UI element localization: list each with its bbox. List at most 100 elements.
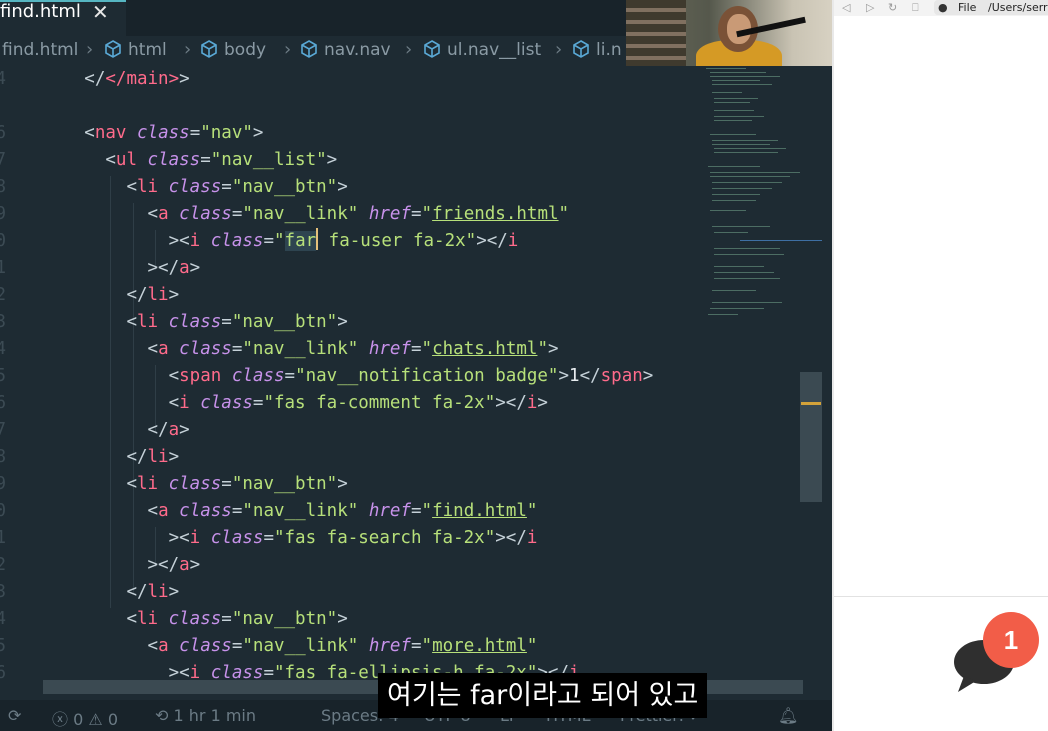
code-token: "nav" [200, 123, 253, 143]
forward-icon[interactable]: ▷ [866, 1, 874, 14]
breadcrumb-item[interactable]: body [200, 40, 266, 60]
warning-count: 0 [107, 710, 119, 729]
back-icon[interactable]: ◁ [842, 1, 850, 14]
chevron-right-icon: › [86, 39, 94, 60]
code-token: fa-user fa-2x" [318, 231, 477, 251]
link-find[interactable]: find.html [432, 501, 527, 521]
problems-indicator[interactable]: ⓧ 0 ⚠ 0 [52, 706, 118, 730]
code-token: i [507, 231, 519, 251]
cube-icon [105, 40, 121, 58]
code-token: href [368, 204, 411, 224]
link-chats[interactable]: chats.html [432, 339, 537, 359]
code-token: li [136, 474, 159, 494]
code-token: href [368, 339, 411, 359]
code-token: "fas fa-search fa-2x" [273, 528, 496, 548]
line-number: 1 [0, 258, 6, 278]
url-path: /Users/serrano [988, 1, 1048, 14]
code-token: href [368, 636, 411, 656]
line-number: 0 [0, 231, 6, 251]
code-token: class [179, 339, 232, 359]
code-token: i [526, 393, 538, 413]
code-token: li [147, 582, 169, 602]
code-token: class [137, 123, 190, 143]
breadcrumb-label: li.n [596, 40, 622, 60]
breadcrumb-item[interactable]: li.n [572, 40, 622, 60]
line-number: 7 [0, 150, 6, 170]
line-number: 4 [0, 609, 6, 629]
code-token: a [158, 204, 169, 224]
code-token: class [210, 528, 264, 548]
code-token: class [210, 231, 264, 251]
url-protocol: File [958, 1, 977, 14]
vertical-scrollbar[interactable] [800, 372, 822, 502]
video-subtitle: 여기는 far이라고 되어 있고 [378, 673, 708, 718]
reload-icon[interactable]: ↻ [888, 1, 897, 14]
code-token: "nav__btn" [231, 609, 338, 629]
code-token: class [179, 204, 232, 224]
code-token: nav [94, 123, 127, 143]
line-number: 9 [0, 474, 6, 494]
line-number: 3 [0, 312, 6, 332]
code-token: span [600, 366, 643, 386]
code-token: class [200, 393, 253, 413]
cube-icon [301, 40, 317, 58]
code-token: a [158, 501, 169, 521]
code-token: class [179, 636, 232, 656]
chevron-right-icon: › [184, 39, 192, 60]
close-icon[interactable]: ✕ [92, 2, 109, 22]
code-token: class [168, 474, 222, 494]
code-token: href [368, 501, 411, 521]
code-token: "nav__link" [242, 501, 359, 521]
code-token: class [179, 501, 232, 521]
code-token: li [147, 285, 169, 305]
line-number: 6 [0, 663, 6, 683]
breadcrumb-label: ul.nav__list [447, 40, 542, 60]
line-number: 8 [0, 447, 6, 467]
error-count: 0 [73, 710, 84, 729]
breadcrumb-item[interactable]: html [104, 40, 167, 60]
code-token: class [168, 609, 222, 629]
line-number: 2 [0, 285, 6, 305]
cube-icon [201, 40, 217, 58]
code-token: "nav__link" [242, 339, 359, 359]
code-token: i [179, 393, 190, 413]
time-tracker[interactable]: ⟲ 1 hr 1 min [155, 706, 256, 725]
cube-icon [424, 40, 440, 58]
error-icon: ⓧ [52, 710, 69, 729]
bell-icon[interactable]: 🔔︎ [778, 706, 798, 725]
minimap[interactable] [700, 64, 822, 324]
breadcrumb-item[interactable]: nav.nav [300, 40, 391, 60]
code-token: ul [115, 150, 137, 170]
sync-icon[interactable]: ⟳ [8, 706, 21, 725]
link-more[interactable]: more.html [432, 636, 527, 656]
code-token: li [136, 312, 159, 332]
selected-token: far [284, 231, 317, 251]
code-token: li [136, 177, 159, 197]
code-token: class [231, 366, 285, 386]
breadcrumb-item[interactable]: ul.nav__list [423, 40, 541, 60]
code-token: class [168, 177, 222, 197]
code-token: "nav__link" [242, 204, 359, 224]
line-number: 3 [0, 582, 6, 602]
address-bar[interactable]: ● File /Users/serrano [934, 0, 1048, 15]
line-number: 6 [0, 123, 6, 143]
code-token: " [273, 231, 285, 251]
time-tracker-label: 1 hr 1 min [173, 706, 257, 725]
bookmark-icon[interactable]: ⎕ [912, 1, 919, 15]
link-friends[interactable]: friends.html [432, 204, 558, 224]
breadcrumb-label: html [128, 40, 167, 60]
code-editor[interactable]: find.html ✕ find.html › html › body › na… [0, 0, 832, 731]
code-token: "fas fa-comment fa-2x" [263, 393, 496, 413]
history-icon: ⟲ [155, 706, 169, 725]
code-token: span [179, 366, 222, 386]
browser-toolbar: ◁ ▷ ↻ ⎕ ● File /Users/serrano [834, 0, 1048, 16]
tab-find-html[interactable]: find.html ✕ [0, 0, 126, 36]
code-token: a [179, 258, 190, 278]
code-token: "nav__btn" [231, 312, 338, 332]
code-token: i [526, 528, 538, 548]
code-token: a [168, 420, 180, 440]
breadcrumb-item[interactable]: find.html [2, 40, 78, 60]
code-token: a [158, 339, 169, 359]
code-token: </main> [105, 69, 180, 89]
breadcrumb-label: nav.nav [324, 40, 391, 60]
